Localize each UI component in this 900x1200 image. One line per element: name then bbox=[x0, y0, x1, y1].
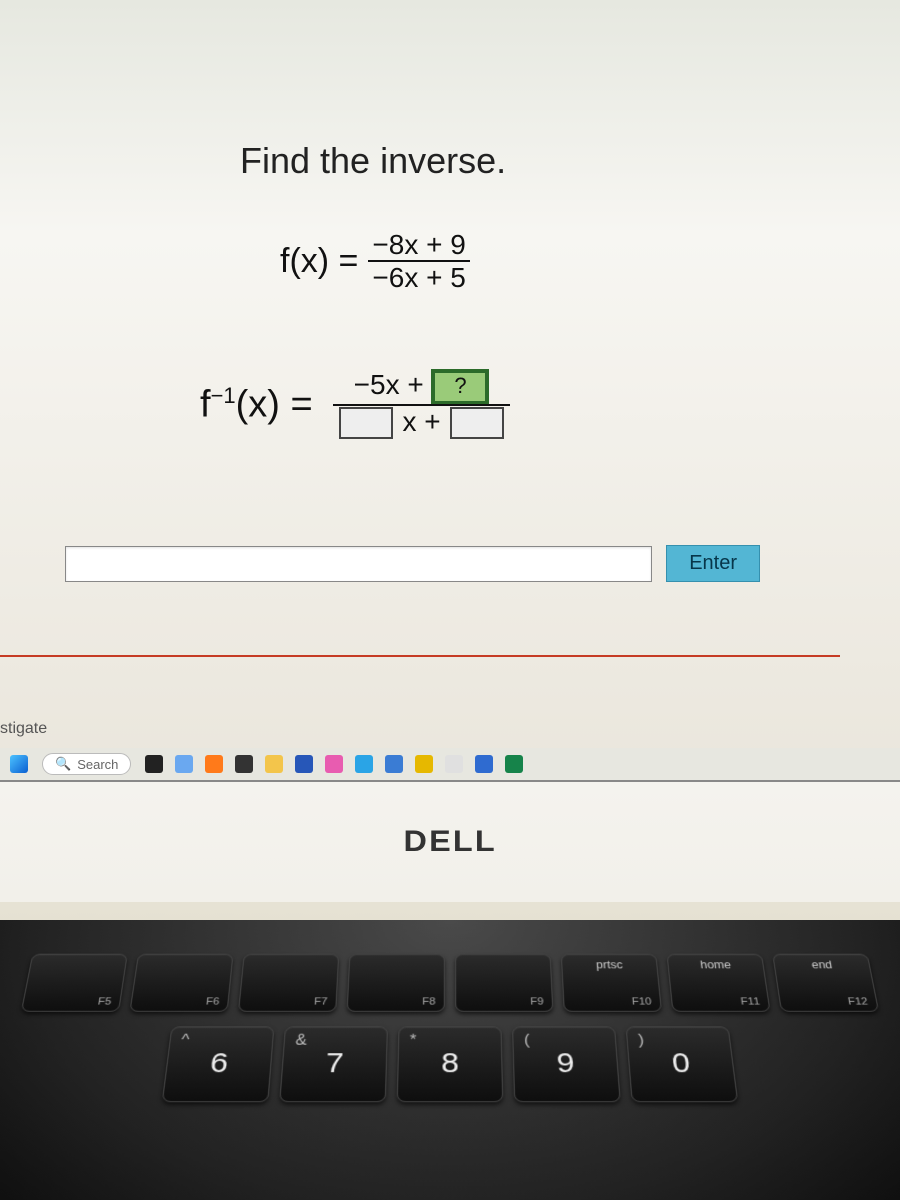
eq2-num-prefix: −5x + bbox=[354, 369, 424, 400]
brand-logo: DELL bbox=[403, 825, 496, 859]
search-icon: 🔍 bbox=[55, 756, 71, 772]
enter-button[interactable]: Enter bbox=[666, 545, 760, 582]
key-8[interactable]: *8 bbox=[397, 1026, 504, 1102]
given-function: f(x) = −8x + 9 −6x + 5 bbox=[280, 230, 470, 293]
app-icon[interactable] bbox=[325, 755, 343, 773]
inverse-function: f−1(x) = −5x + ? x + bbox=[200, 370, 510, 439]
answer-box-numerator[interactable]: ? bbox=[433, 371, 487, 403]
chat-icon[interactable] bbox=[175, 755, 193, 773]
excel-icon[interactable] bbox=[505, 755, 523, 773]
divider-line bbox=[0, 655, 840, 657]
camera-icon[interactable] bbox=[145, 755, 163, 773]
key-f8[interactable]: F8 bbox=[347, 954, 445, 1012]
key-9[interactable]: (9 bbox=[512, 1026, 621, 1102]
key-7[interactable]: &7 bbox=[279, 1026, 388, 1102]
eq2-numerator: −5x + ? bbox=[333, 370, 511, 404]
eq2-f: f bbox=[200, 383, 211, 425]
amazon-icon[interactable] bbox=[445, 755, 463, 773]
save-icon[interactable] bbox=[415, 755, 433, 773]
key-f6[interactable]: F6 bbox=[129, 954, 233, 1012]
answer-box-den-const[interactable] bbox=[450, 407, 504, 439]
key-f10[interactable]: prtscF10 bbox=[561, 954, 662, 1012]
key-f12[interactable]: endF12 bbox=[772, 954, 879, 1012]
answer-box-den-coeff[interactable] bbox=[339, 407, 393, 439]
key-f11[interactable]: homeF11 bbox=[666, 954, 770, 1012]
app-screen: Find the inverse. f(x) = −8x + 9 −6x + 5… bbox=[0, 0, 900, 782]
eq1-denominator: −6x + 5 bbox=[368, 260, 469, 292]
extensions-icon[interactable] bbox=[235, 755, 253, 773]
key-0[interactable]: )0 bbox=[626, 1026, 739, 1102]
answer-row: Enter bbox=[65, 545, 760, 582]
start-icon[interactable] bbox=[10, 755, 28, 773]
files-icon[interactable] bbox=[265, 755, 283, 773]
partial-label: stigate bbox=[0, 720, 47, 738]
store-icon[interactable] bbox=[295, 755, 313, 773]
laptop-bezel: DELL bbox=[0, 782, 900, 902]
eq1-fraction: −8x + 9 −6x + 5 bbox=[368, 230, 469, 293]
eq2-lhs: f−1(x) = bbox=[200, 383, 313, 427]
key-f5[interactable]: F5 bbox=[21, 954, 128, 1012]
prompt-text: Find the inverse. bbox=[240, 140, 506, 182]
eq1-lhs: f(x) = bbox=[280, 242, 358, 281]
taskbar: 🔍 Search bbox=[0, 748, 900, 780]
eq2-den-mid: x + bbox=[403, 406, 441, 437]
mail-icon[interactable] bbox=[385, 755, 403, 773]
search-placeholder: Search bbox=[77, 757, 118, 772]
key-6[interactable]: ^6 bbox=[162, 1026, 275, 1102]
search-box[interactable]: 🔍 Search bbox=[42, 753, 131, 775]
edge-icon[interactable] bbox=[355, 755, 373, 773]
key-f9[interactable]: F9 bbox=[455, 954, 553, 1012]
eq1-numerator: −8x + 9 bbox=[368, 230, 469, 260]
eq2-fraction: −5x + ? x + bbox=[333, 370, 511, 439]
eq2-exp: −1 bbox=[211, 383, 236, 408]
keyboard: F5F6F7F8F9prtscF10homeF11endF12 ^6&7*8(9… bbox=[0, 920, 900, 1200]
eq2-arg: (x) = bbox=[236, 383, 313, 425]
answer-input[interactable] bbox=[65, 546, 652, 582]
firefox-icon[interactable] bbox=[205, 755, 223, 773]
word-icon[interactable] bbox=[475, 755, 493, 773]
key-f7[interactable]: F7 bbox=[238, 954, 339, 1012]
eq2-denominator: x + bbox=[333, 404, 511, 440]
